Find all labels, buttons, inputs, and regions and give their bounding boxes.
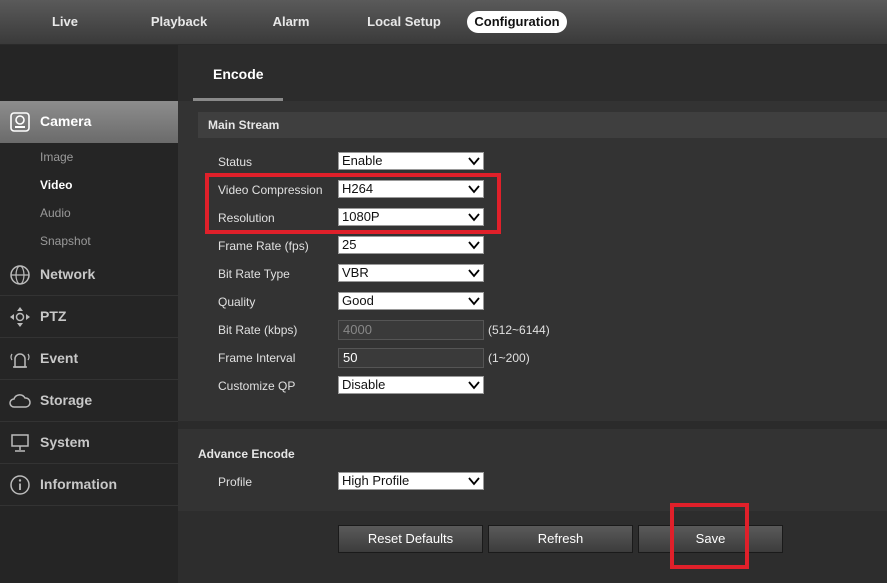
tab-encode-label: Encode	[213, 66, 264, 82]
resolution-label: Resolution	[218, 211, 275, 225]
camera-icon	[10, 112, 30, 132]
encode-tabbar: Encode	[178, 45, 887, 101]
quality-select[interactable]: Good	[338, 292, 484, 310]
tab-live[interactable]: Live	[35, 11, 95, 33]
sidebar-item-ptz[interactable]: PTZ	[0, 296, 178, 338]
sidebar-item-label: PTZ	[40, 308, 67, 324]
tab-configuration[interactable]: Configuration	[467, 11, 567, 33]
sidebar-item-storage[interactable]: Storage	[0, 380, 178, 422]
profile-label: Profile	[218, 475, 253, 489]
tab-encode[interactable]: Encode	[193, 45, 283, 101]
profile-value: High Profile	[342, 473, 410, 488]
bit-rate-range: (512~6144)	[488, 323, 550, 337]
cloud-icon	[9, 394, 31, 408]
customize-qp-select[interactable]: Disable	[338, 376, 484, 394]
main-stream-heading: Main Stream	[198, 112, 887, 138]
sidebar-subitem-snapshot[interactable]: Snapshot	[40, 234, 91, 248]
chevron-down-icon	[468, 185, 480, 194]
resolution-select[interactable]: 1080P	[338, 208, 484, 226]
tab-alarm[interactable]: Alarm	[266, 11, 316, 33]
bit-rate-input: 4000	[338, 320, 484, 340]
sidebar-item-event[interactable]: Event	[0, 338, 178, 380]
customize-qp-label: Customize QP	[218, 379, 296, 393]
globe-icon	[10, 265, 30, 285]
sidebar-item-camera[interactable]: Camera	[0, 101, 188, 143]
frame-interval-label: Frame Interval	[218, 351, 296, 365]
chevron-down-icon	[468, 269, 480, 278]
chevron-down-icon	[468, 241, 480, 250]
frame-rate-select[interactable]: 25	[338, 236, 484, 254]
sidebar-item-label: Storage	[40, 392, 93, 408]
main-panel: Encode Main Stream Status Enable Video C…	[178, 45, 887, 583]
quality-value: Good	[342, 293, 374, 308]
sidebar-subitem-video[interactable]: Video	[40, 178, 72, 192]
status-select[interactable]: Enable	[338, 152, 484, 170]
save-button[interactable]: Save	[638, 525, 783, 553]
customize-qp-value: Disable	[342, 377, 386, 392]
frame-interval-input[interactable]: 50	[338, 348, 484, 368]
tab-playback[interactable]: Playback	[144, 11, 214, 33]
resolution-value: 1080P	[342, 209, 380, 224]
video-compression-value: H264	[342, 181, 374, 196]
bit-rate-type-value: VBR	[342, 265, 369, 280]
sidebar-item-label: System	[40, 434, 90, 450]
quality-label: Quality	[218, 295, 256, 309]
advance-encode-heading: Advance Encode	[198, 447, 295, 461]
chevron-down-icon	[468, 157, 480, 166]
sidebar-item-label: Information	[40, 476, 117, 492]
alarm-icon	[10, 353, 30, 368]
section-title: Main Stream	[208, 118, 280, 132]
sidebar-subitem-image[interactable]: Image	[40, 150, 73, 164]
info-icon	[10, 475, 30, 495]
sidebar-item-label: Camera	[40, 113, 92, 129]
sidebar-subitem-audio[interactable]: Audio	[40, 206, 71, 220]
frame-interval-range: (1~200)	[488, 351, 530, 365]
chevron-down-icon	[468, 213, 480, 222]
monitor-icon	[11, 434, 29, 452]
top-navigation: Live Playback Alarm Local Setup Configur…	[0, 0, 887, 45]
chevron-down-icon	[468, 297, 480, 306]
refresh-button[interactable]: Refresh	[488, 525, 633, 553]
sidebar-item-label: Event	[40, 350, 79, 366]
video-compression-select[interactable]: H264	[338, 180, 484, 198]
ptz-icon	[10, 307, 30, 327]
reset-defaults-button[interactable]: Reset Defaults	[338, 525, 483, 553]
bit-rate-type-select[interactable]: VBR	[338, 264, 484, 282]
frame-rate-value: 25	[342, 237, 357, 252]
sidebar-item-information[interactable]: Information	[0, 464, 178, 506]
tab-local-setup[interactable]: Local Setup	[360, 11, 448, 33]
bit-rate-type-label: Bit Rate Type	[218, 267, 290, 281]
profile-select[interactable]: High Profile	[338, 472, 484, 490]
chevron-down-icon	[468, 477, 480, 486]
status-value: Enable	[342, 153, 383, 168]
sidebar-item-label: Network	[40, 266, 96, 282]
sidebar-item-system[interactable]: System	[0, 422, 178, 464]
status-label: Status	[218, 155, 253, 169]
chevron-down-icon	[468, 381, 480, 390]
bit-rate-label: Bit Rate (kbps)	[218, 323, 298, 337]
sidebar: Camera Image Video Audio Snapshot Networ…	[0, 45, 188, 583]
section-divider	[178, 421, 887, 429]
sidebar-item-network[interactable]: Network	[0, 254, 178, 296]
button-bar: Reset Defaults Refresh Save	[178, 511, 887, 583]
video-compression-label: Video Compression	[218, 183, 323, 197]
frame-rate-label: Frame Rate (fps)	[218, 239, 309, 253]
